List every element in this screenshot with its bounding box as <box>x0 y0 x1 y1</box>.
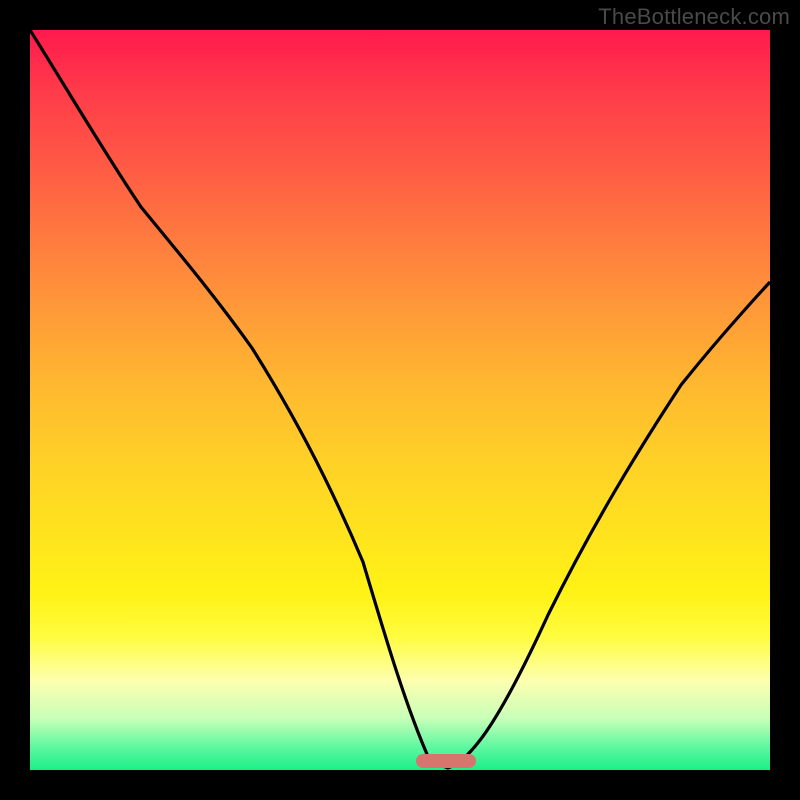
bottleneck-curve <box>30 30 770 768</box>
curve-layer <box>30 30 770 770</box>
bottleneck-marker <box>416 754 476 768</box>
chart-frame: TheBottleneck.com <box>0 0 800 800</box>
attribution-watermark: TheBottleneck.com <box>598 4 790 30</box>
plot-area <box>30 30 770 770</box>
